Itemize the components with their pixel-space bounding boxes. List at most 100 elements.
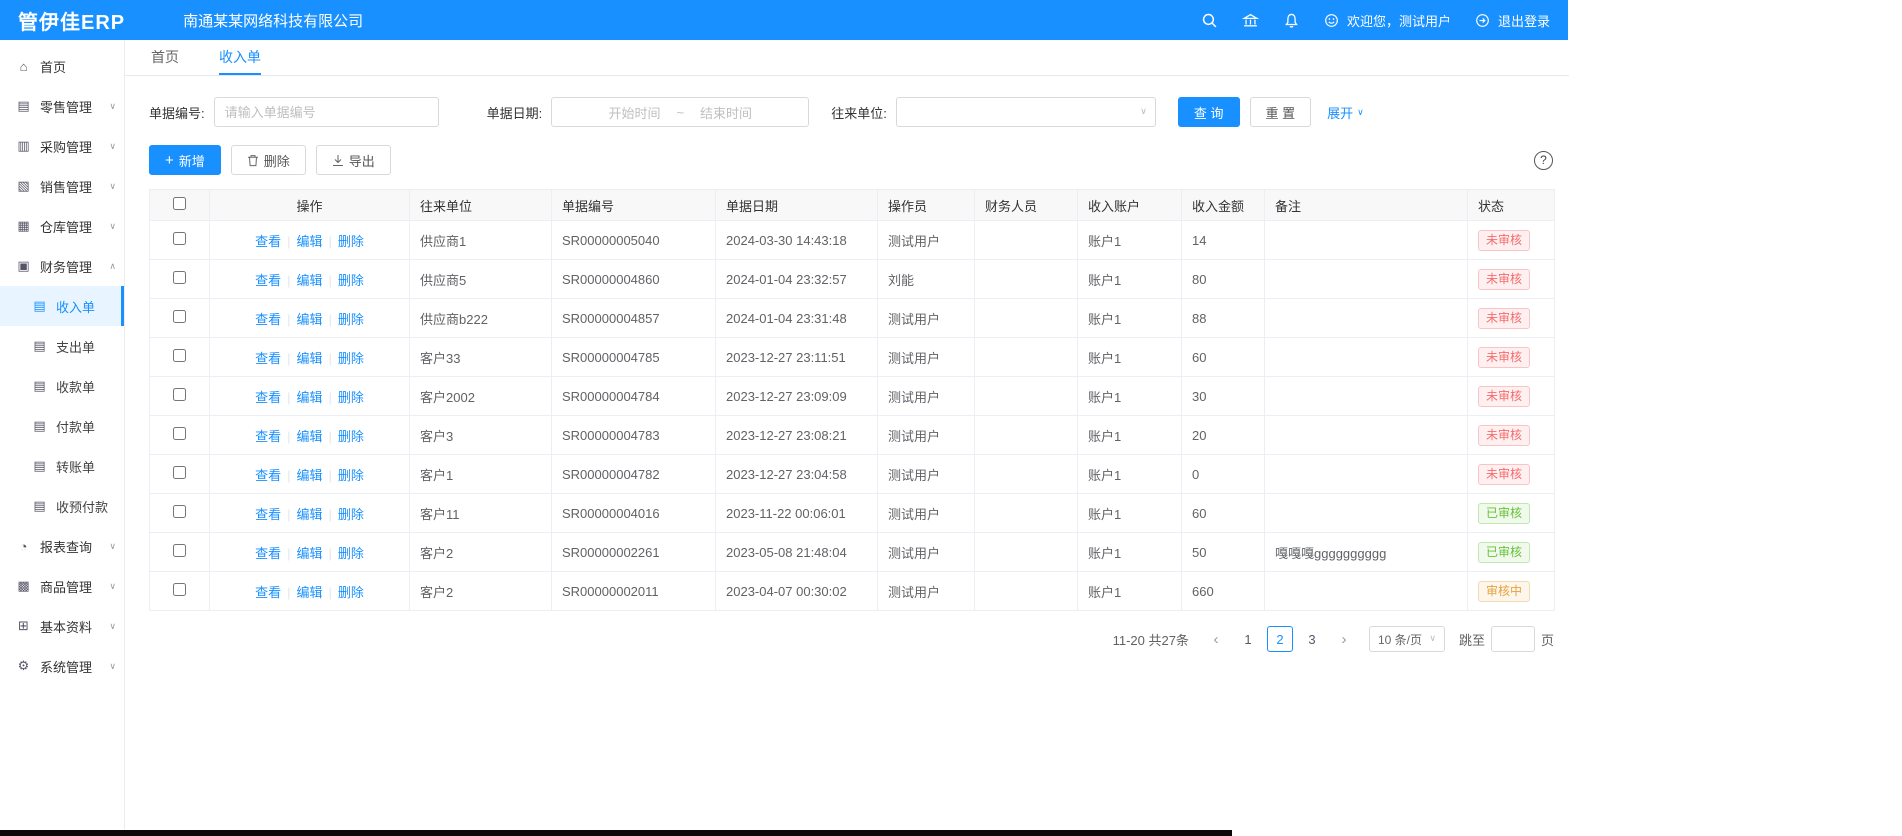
- sidebar-item-reports[interactable]: ◔ 报表查询 ∨: [0, 526, 124, 566]
- sidebar-item-goods[interactable]: ▩ 商品管理 ∨: [0, 566, 124, 606]
- delete-link[interactable]: 删除: [338, 390, 364, 405]
- add-button[interactable]: + 新增: [149, 145, 221, 175]
- tab-income-bill[interactable]: 收入单: [219, 40, 261, 75]
- cell-amount: 14: [1182, 221, 1265, 260]
- cell-status: 未审核: [1468, 455, 1555, 494]
- row-checkbox[interactable]: [173, 310, 186, 323]
- sidebar-item-transfer-bill[interactable]: ▤ 转账单: [0, 446, 124, 486]
- sidebar: ⌂ 首页 ▤ 零售管理 ∨ ▥ 采购管理 ∨ ▧ 销售管理 ∨ ▦ 仓库管理 ∨: [0, 40, 125, 830]
- sidebar-item-payment-bill[interactable]: ▤ 付款单: [0, 406, 124, 446]
- prev-page-button[interactable]: ‹: [1203, 626, 1229, 652]
- sidebar-item-receipt-bill[interactable]: ▤ 收款单: [0, 366, 124, 406]
- delete-button[interactable]: 删除: [231, 145, 306, 175]
- income-bill-table: 操作 往来单位 单据编号 单据日期 操作员 财务人员 收入账户 收入金额 备注 …: [149, 189, 1555, 611]
- row-checkbox[interactable]: [173, 232, 186, 245]
- view-link[interactable]: 查看: [255, 468, 281, 483]
- view-link[interactable]: 查看: [255, 390, 281, 405]
- view-link[interactable]: 查看: [255, 351, 281, 366]
- view-link[interactable]: 查看: [255, 585, 281, 600]
- next-page-button[interactable]: ›: [1331, 626, 1357, 652]
- row-checkbox[interactable]: [173, 544, 186, 557]
- delete-link[interactable]: 删除: [338, 507, 364, 522]
- row-checkbox[interactable]: [173, 388, 186, 401]
- delete-link[interactable]: 删除: [338, 546, 364, 561]
- bell-icon[interactable]: [1283, 12, 1300, 29]
- sidebar-item-retail[interactable]: ▤ 零售管理 ∨: [0, 86, 124, 126]
- view-link[interactable]: 查看: [255, 273, 281, 288]
- sidebar-item-warehouse[interactable]: ▦ 仓库管理 ∨: [0, 206, 124, 246]
- row-checkbox[interactable]: [173, 466, 186, 479]
- partner-select[interactable]: ∨: [896, 97, 1156, 127]
- row-checkbox[interactable]: [173, 427, 186, 440]
- delete-link[interactable]: 删除: [338, 585, 364, 600]
- row-checkbox[interactable]: [173, 583, 186, 596]
- edit-link[interactable]: 编辑: [296, 585, 322, 600]
- bill-no-input[interactable]: [214, 97, 439, 127]
- cell-bill-date: 2023-12-27 23:11:51: [716, 338, 878, 377]
- cell-finance-staff: [975, 338, 1078, 377]
- cell-finance-staff: [975, 416, 1078, 455]
- expand-link[interactable]: 展开 ∨: [1327, 103, 1364, 122]
- sidebar-item-expense-bill[interactable]: ▤ 支出单: [0, 326, 124, 366]
- sidebar-item-purchase[interactable]: ▥ 采购管理 ∨: [0, 126, 124, 166]
- delete-link[interactable]: 删除: [338, 234, 364, 249]
- sidebar-item-sales[interactable]: ▧ 销售管理 ∨: [0, 166, 124, 206]
- delete-link[interactable]: 删除: [338, 312, 364, 327]
- edit-link[interactable]: 编辑: [296, 546, 322, 561]
- edit-link[interactable]: 编辑: [296, 507, 322, 522]
- tab-bar: 首页 收入单: [125, 40, 1569, 76]
- cell-bill-no: SR00000002011: [552, 572, 716, 611]
- cell-partner: 客户1: [410, 455, 552, 494]
- reset-button[interactable]: 重 置: [1250, 97, 1312, 127]
- delete-link[interactable]: 删除: [338, 273, 364, 288]
- export-button[interactable]: 导出: [316, 145, 391, 175]
- view-link[interactable]: 查看: [255, 312, 281, 327]
- sidebar-item-basedata[interactable]: ⊞ 基本资料 ∨: [0, 606, 124, 646]
- sidebar-item-finance[interactable]: ▣ 财务管理 ∧: [0, 246, 124, 286]
- jump-page-input[interactable]: [1491, 626, 1535, 652]
- page-button-3[interactable]: 3: [1299, 626, 1325, 652]
- separator: |: [329, 507, 332, 522]
- separator: |: [329, 234, 332, 249]
- sidebar-item-home[interactable]: ⌂ 首页: [0, 46, 124, 86]
- select-all-checkbox[interactable]: [173, 197, 186, 210]
- row-checkbox[interactable]: [173, 505, 186, 518]
- cell-amount: 88: [1182, 299, 1265, 338]
- cell-operator: 刘能: [878, 260, 975, 299]
- delete-link[interactable]: 删除: [338, 351, 364, 366]
- view-link[interactable]: 查看: [255, 507, 281, 522]
- edit-link[interactable]: 编辑: [296, 351, 322, 366]
- cell-operator: 测试用户: [878, 572, 975, 611]
- view-link[interactable]: 查看: [255, 429, 281, 444]
- delete-link[interactable]: 删除: [338, 468, 364, 483]
- delete-link[interactable]: 删除: [338, 429, 364, 444]
- logout-button[interactable]: 退出登录: [1475, 11, 1550, 30]
- sidebar-item-income-bill[interactable]: ▤ 收入单: [0, 286, 124, 326]
- sidebar-item-system[interactable]: ⚙ 系统管理 ∨: [0, 646, 124, 686]
- view-link[interactable]: 查看: [255, 546, 281, 561]
- help-icon[interactable]: ?: [1534, 151, 1553, 170]
- sidebar-item-prepayment[interactable]: ▤ 收预付款: [0, 486, 124, 526]
- chevron-down-icon: ∨: [109, 221, 116, 232]
- edit-link[interactable]: 编辑: [296, 390, 322, 405]
- bank-icon[interactable]: [1242, 12, 1259, 29]
- row-checkbox[interactable]: [173, 271, 186, 284]
- search-icon[interactable]: [1201, 12, 1218, 29]
- page-button-1[interactable]: 1: [1235, 626, 1261, 652]
- page-size-select[interactable]: 10 条/页 ∨: [1369, 626, 1445, 652]
- page-button-2[interactable]: 2: [1267, 626, 1293, 652]
- row-checkbox[interactable]: [173, 349, 186, 362]
- trash-icon: [247, 154, 259, 167]
- view-link[interactable]: 查看: [255, 234, 281, 249]
- date-range-picker[interactable]: 开始时间 ~ 结束时间: [551, 97, 809, 127]
- search-button[interactable]: 查 询: [1178, 97, 1240, 127]
- user-menu[interactable]: 欢迎您，测试用户: [1324, 11, 1451, 30]
- tab-home[interactable]: 首页: [151, 40, 179, 75]
- cell-amount: 80: [1182, 260, 1265, 299]
- edit-link[interactable]: 编辑: [296, 234, 322, 249]
- edit-link[interactable]: 编辑: [296, 468, 322, 483]
- edit-link[interactable]: 编辑: [296, 312, 322, 327]
- table-row: 查看|编辑|删除 客户1 SR00000004782 2023-12-27 23…: [150, 455, 1555, 494]
- edit-link[interactable]: 编辑: [296, 429, 322, 444]
- edit-link[interactable]: 编辑: [296, 273, 322, 288]
